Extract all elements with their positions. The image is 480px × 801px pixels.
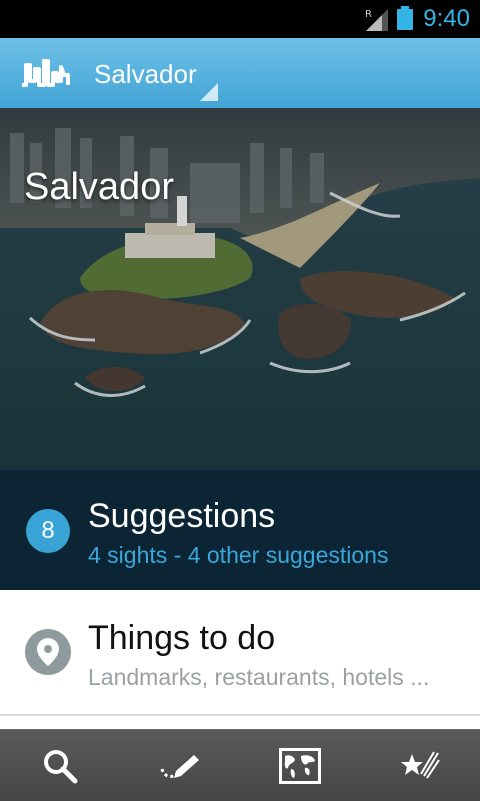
suggestions-title: Suggestions	[88, 497, 276, 535]
things-to-do-row[interactable]: Things to do Landmarks, restaurants, hot…	[0, 590, 480, 716]
map-button[interactable]	[240, 730, 360, 801]
city-skyline-icon[interactable]	[20, 55, 70, 91]
city-title[interactable]: Salvador	[94, 58, 197, 90]
things-to-do-title: Things to do	[88, 619, 276, 657]
status-bar: R 9:40	[0, 0, 480, 38]
suggestions-count-badge: 8	[26, 509, 70, 553]
search-icon	[44, 749, 78, 783]
battery-icon	[397, 6, 413, 30]
trip-planner-button[interactable]	[120, 730, 240, 801]
dropdown-indicator-icon[interactable]	[200, 83, 218, 101]
favorites-button[interactable]	[360, 730, 480, 801]
signal-strength-icon: R	[365, 9, 388, 31]
suggestions-subtitle: 4 sights - 4 other suggestions	[88, 542, 389, 568]
coastline-photo	[0, 108, 480, 470]
action-bar: Salvador	[0, 38, 480, 108]
suggestions-row[interactable]: 8 Suggestions 4 sights - 4 other suggest…	[0, 470, 480, 590]
hero-image: Salvador	[0, 108, 480, 470]
search-button[interactable]	[0, 730, 120, 801]
things-to-do-subtitle: Landmarks, restaurants, hotels ...	[88, 664, 430, 690]
trip-planner-pencil-icon	[160, 754, 199, 778]
favorites-stars-icon	[401, 750, 440, 779]
roaming-label: R	[365, 9, 372, 20]
location-pin-icon	[25, 629, 71, 675]
hero-caption: Salvador	[24, 166, 174, 208]
clock: 9:40	[423, 5, 470, 32]
world-map-icon	[279, 747, 321, 784]
bottom-navigation	[0, 729, 480, 801]
